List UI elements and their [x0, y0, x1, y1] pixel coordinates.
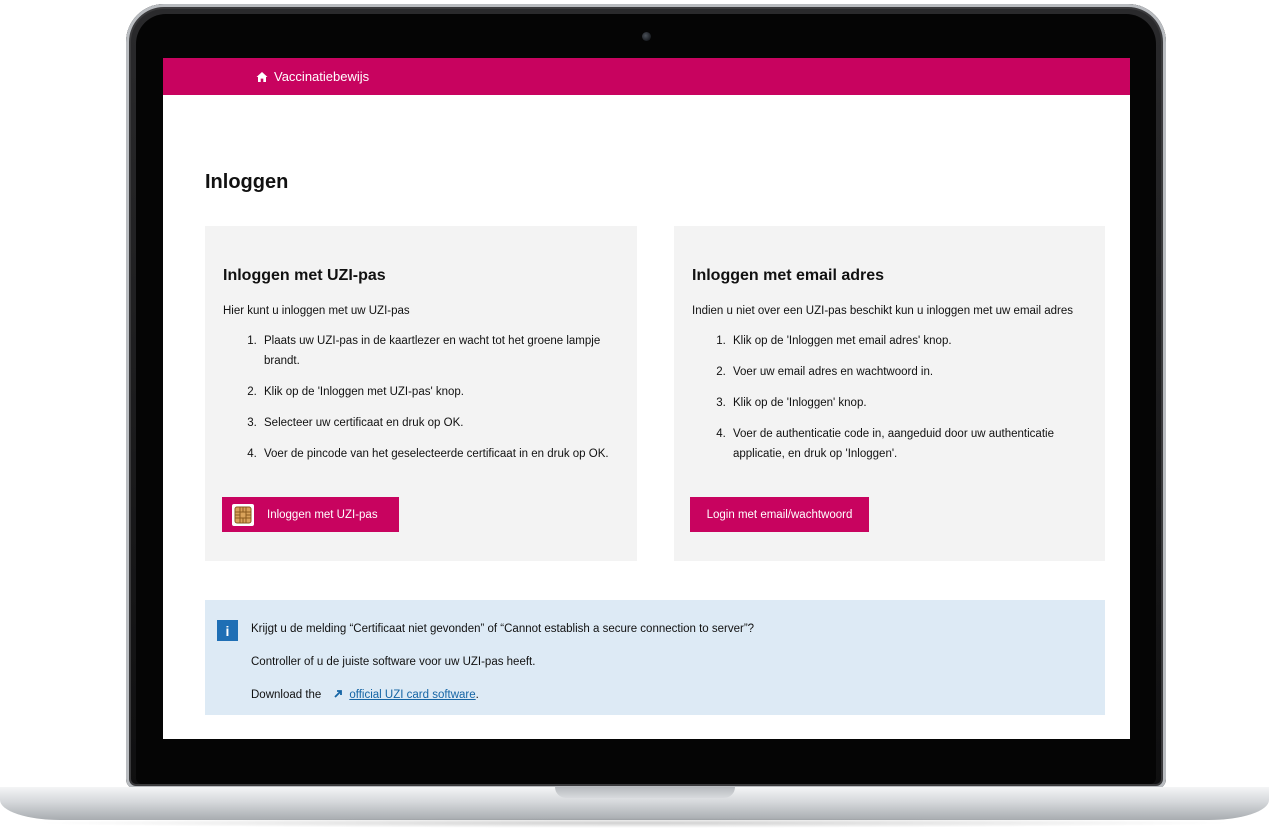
info-box: i Krijgt u de melding “Certificaat niet …: [205, 600, 1105, 715]
info-line-software: Controller of u de juiste software voor …: [251, 656, 536, 668]
home-icon[interactable]: [256, 71, 268, 83]
external-link-arrow-icon: [333, 689, 343, 699]
uzi-steps-list: Plaats uw UZI-pas in de kaartlezer en wa…: [223, 331, 619, 464]
email-step: Voer uw email adres en wachtwoord in.: [729, 362, 1087, 382]
laptop-shadow: [30, 818, 1239, 828]
smartcard-chip-icon: [232, 503, 254, 526]
download-suffix: .: [475, 689, 479, 701]
email-steps-list: Klik op de 'Inloggen met email adres' kn…: [692, 331, 1087, 464]
page-title: Inloggen: [205, 171, 289, 193]
laptop-base-notch: [555, 787, 735, 798]
uzi-step: Plaats uw UZI-pas in de kaartlezer en wa…: [260, 331, 619, 371]
email-step: Voer de authenticatie code in, aangeduid…: [729, 424, 1087, 464]
uzi-software-link[interactable]: official UZI card software: [349, 689, 475, 701]
uzi-card-intro: Hier kunt u inloggen met uw UZI-pas: [223, 305, 410, 317]
login-email-button[interactable]: Login met email/wachtwoord: [690, 497, 869, 532]
uzi-step: Selecteer uw certificaat en druk op OK.: [260, 413, 619, 433]
email-card-intro: Indien u niet over een UZI-pas beschikt …: [692, 305, 1073, 317]
info-line-download: Download the official UZI card software.: [251, 688, 1105, 702]
info-line-certificate: Krijgt u de melding “Certificaat niet ge…: [251, 623, 755, 635]
download-prefix: Download the: [251, 689, 322, 701]
info-icon: i: [217, 620, 238, 641]
email-login-card: Inloggen met email adres Indien u niet o…: [674, 226, 1105, 561]
top-navigation-bar: Vaccinatiebewijs: [163, 58, 1130, 95]
webcam: [642, 32, 651, 41]
uzi-step: Voer de pincode van het geselecteerde ce…: [260, 444, 619, 464]
uzi-card-title: Inloggen met UZI-pas: [223, 267, 386, 284]
uzi-login-card: Inloggen met UZI-pas Hier kunt u inlogge…: [205, 226, 637, 561]
email-step: Klik op de 'Inloggen' knop.: [729, 393, 1087, 413]
email-step: Klik op de 'Inloggen met email adres' kn…: [729, 331, 1087, 351]
home-link[interactable]: Vaccinatiebewijs: [274, 69, 369, 84]
uzi-step: Klik op de 'Inloggen met UZI-pas' knop.: [260, 382, 619, 402]
login-uzi-button-label: Inloggen met UZI-pas: [267, 508, 378, 521]
browser-screen: Vaccinatiebewijs Inloggen Inloggen met U…: [163, 58, 1130, 739]
email-card-title: Inloggen met email adres: [692, 267, 885, 284]
login-uzi-button[interactable]: Inloggen met UZI-pas: [222, 497, 399, 532]
